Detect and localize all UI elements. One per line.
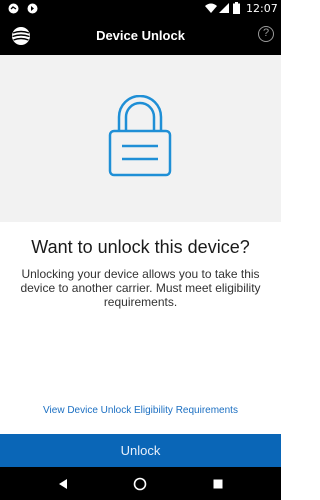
app-bar: Device Unlock ? — [0, 17, 281, 55]
system-nav-bar — [0, 467, 281, 500]
battery-icon — [233, 2, 240, 14]
home-icon[interactable] — [133, 477, 147, 491]
back-icon[interactable] — [56, 477, 70, 491]
page-title: Device Unlock — [96, 28, 185, 43]
unlock-info: Want to unlock this device? Unlocking yo… — [0, 222, 281, 434]
unlock-description: Unlocking your device allows you to take… — [20, 267, 261, 309]
notification-icon-2 — [27, 3, 38, 14]
signal-icon — [219, 3, 229, 13]
unlock-heading: Want to unlock this device? — [31, 237, 250, 257]
unlock-button[interactable]: Unlock — [0, 434, 281, 467]
wifi-icon — [205, 3, 217, 13]
hero-banner — [0, 55, 281, 222]
lock-icon — [108, 95, 172, 177]
status-bar: 12:07 — [0, 0, 281, 17]
recents-icon[interactable] — [211, 477, 225, 491]
eligibility-requirements-link[interactable]: View Device Unlock Eligibility Requireme… — [0, 405, 281, 417]
help-icon[interactable]: ? — [258, 26, 274, 42]
status-time: 12:07 — [246, 2, 278, 15]
notification-icon — [8, 3, 19, 14]
